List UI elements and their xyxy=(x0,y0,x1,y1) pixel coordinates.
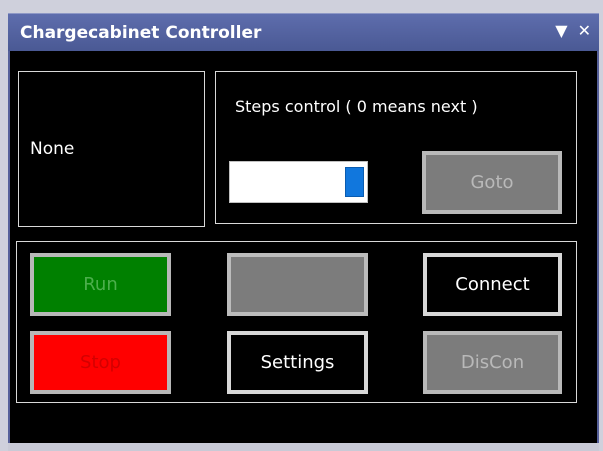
close-icon[interactable]: ✕ xyxy=(578,21,591,41)
stop-button[interactable]: Stop xyxy=(30,331,171,394)
disconnect-button[interactable]: DisCon xyxy=(423,331,562,394)
dropdown-arrow-icon[interactable]: ▼ xyxy=(555,21,567,41)
steps-label: Steps control ( 0 means next ) xyxy=(235,97,478,116)
bottom-strip xyxy=(8,443,599,451)
main-panel: None Steps control ( 0 means next ) Goto… xyxy=(8,51,599,443)
run-button[interactable]: Run xyxy=(30,253,171,316)
title-bar[interactable]: Chargecabinet Controller ▼ ✕ xyxy=(8,13,599,51)
connect-button[interactable]: Connect xyxy=(423,253,562,316)
steps-input[interactable] xyxy=(229,161,368,203)
goto-button[interactable]: Goto xyxy=(422,151,562,214)
settings-button[interactable]: Settings xyxy=(227,331,368,394)
blank-button[interactable] xyxy=(227,253,368,316)
steps-input-thumb[interactable] xyxy=(345,167,364,197)
status-text: None xyxy=(30,139,75,159)
app-window: Chargecabinet Controller ▼ ✕ None Steps … xyxy=(0,0,603,451)
status-box: None xyxy=(18,71,205,227)
title-controls: ▼ ✕ xyxy=(555,21,591,41)
window-title: Chargecabinet Controller xyxy=(20,23,262,43)
